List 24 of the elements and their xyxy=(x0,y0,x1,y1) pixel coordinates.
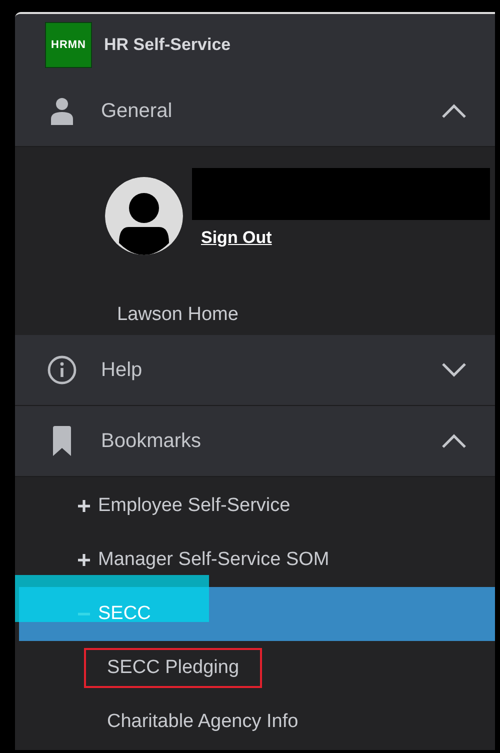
bookmark-link[interactable]: Charitable Agency Info xyxy=(84,702,322,742)
bookmark-link[interactable]: SECC Pledging xyxy=(84,648,262,688)
info-icon xyxy=(47,355,77,385)
folder-label: Employee Self-Service xyxy=(98,495,290,517)
chevron-icon[interactable] xyxy=(441,433,467,449)
bookmark-icon xyxy=(52,426,72,456)
chevron-icon[interactable] xyxy=(441,362,467,378)
section-header[interactable]: Bookmarks xyxy=(15,406,495,477)
folder-label: SECC xyxy=(98,603,151,625)
section-title: Bookmarks xyxy=(101,430,202,452)
person-icon xyxy=(49,97,75,125)
section-header[interactable]: General xyxy=(15,76,495,147)
app-title: HR Self-Service xyxy=(104,35,231,55)
section-header[interactable]: Help xyxy=(15,335,495,406)
sign-out-link[interactable]: Sign Out xyxy=(201,228,272,248)
logo: HRMN xyxy=(45,22,92,68)
folder-label: Manager Self-Service SOM xyxy=(98,549,330,571)
bookmark-folder[interactable]: Manager Self-Service SOM xyxy=(15,533,495,587)
section-title: General xyxy=(101,100,174,122)
chevron-icon[interactable] xyxy=(441,103,467,119)
section-title: Help xyxy=(101,358,144,382)
bookmark-folder[interactable]: Employee Self-Service xyxy=(15,479,495,533)
menu-link[interactable]: Lawson Home xyxy=(117,304,238,326)
avatar-icon xyxy=(105,177,183,255)
